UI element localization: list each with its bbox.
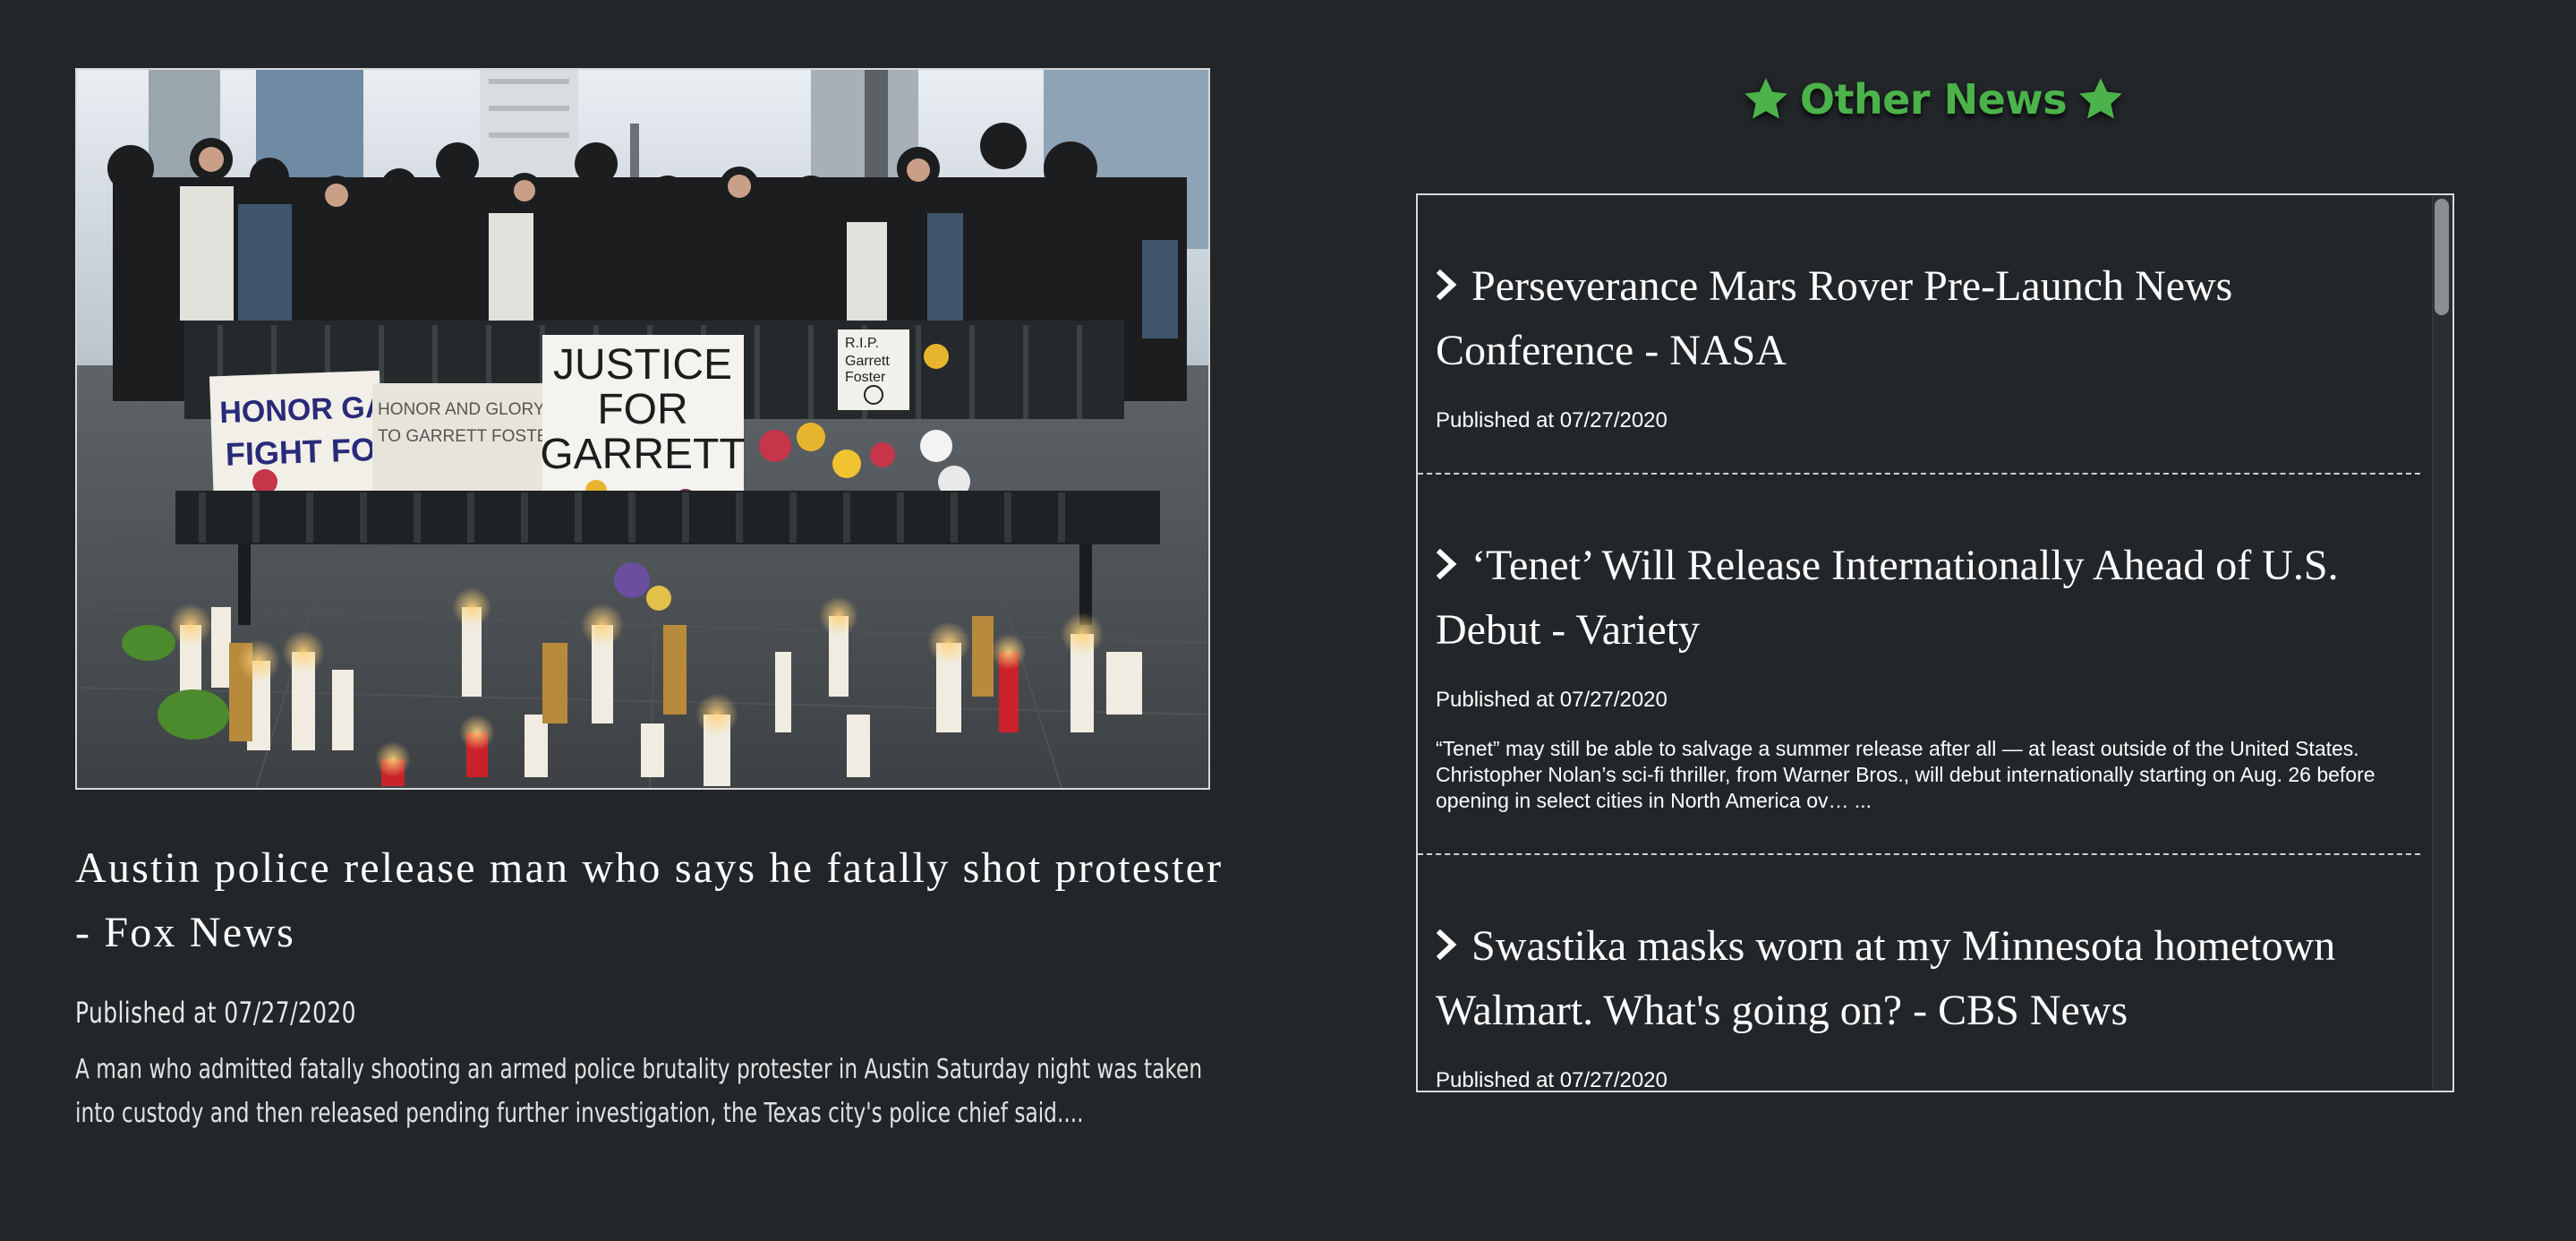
news-item-published-date: Published at 07/27/2020 <box>1436 1068 1668 1092</box>
star-icon <box>2079 78 2122 119</box>
news-item-title[interactable]: Swastika masks worn at my Minnesota home… <box>1436 914 2402 1043</box>
memorial-photo: HONOR GARRETT FIGHT FOR HONOR AND GLORY … <box>77 70 1208 788</box>
svg-text:JUSTICE: JUSTICE <box>553 341 732 389</box>
svg-text:HONOR AND GLORY: HONOR AND GLORY <box>378 400 545 419</box>
featured-image[interactable]: HONOR GARRETT FIGHT FOR HONOR AND GLORY … <box>75 68 1210 790</box>
news-item-published-date: Published at 07/27/2020 <box>1436 688 1668 712</box>
chevron-right-icon <box>1436 270 1457 300</box>
chevron-right-icon <box>1436 549 1457 579</box>
star-icon <box>1744 78 1787 119</box>
news-item-title[interactable]: Perseverance Mars Rover Pre-Launch News … <box>1436 254 2402 383</box>
featured-published-date: Published at 07/27/2020 <box>75 996 356 1030</box>
news-item-description: “Tenet” may still be able to salvage a s… <box>1436 737 2376 812</box>
svg-text:TO GARRETT FOSTER: TO GARRETT FOSTER <box>378 427 560 446</box>
chevron-right-icon <box>1436 929 1457 960</box>
scrollbar-thumb[interactable] <box>2435 199 2449 315</box>
svg-text:Foster: Foster <box>845 370 886 385</box>
featured-title[interactable]: Austin police release man who says he fa… <box>75 836 1230 965</box>
news-item-title-text: ‘Tenet’ Will Release Internationally Ahe… <box>1436 542 2339 654</box>
svg-text:GARRETT: GARRETT <box>540 431 745 478</box>
news-item-published-date: Published at 07/27/2020 <box>1436 408 1668 432</box>
svg-text:FOR: FOR <box>597 386 687 433</box>
news-item-title-text: Swastika masks worn at my Minnesota home… <box>1436 922 2336 1034</box>
svg-text:R.I.P.: R.I.P. <box>845 336 879 351</box>
news-item[interactable]: Swastika masks worn at my Minnesota home… <box>1418 855 2420 1092</box>
news-item-title[interactable]: ‘Tenet’ Will Release Internationally Ahe… <box>1436 534 2402 663</box>
news-item[interactable]: Perseverance Mars Rover Pre-Launch News … <box>1418 195 2420 475</box>
other-news-heading-text: Other News <box>1799 75 2068 124</box>
featured-description: A man who admitted fatally shooting an a… <box>75 1054 1203 1129</box>
featured-article: HONOR GARRETT FIGHT FOR HONOR AND GLORY … <box>75 68 1221 1135</box>
other-news-heading: Other News <box>1414 68 2452 131</box>
svg-text:Garrett: Garrett <box>845 354 890 369</box>
scrollbar[interactable] <box>2432 195 2452 1091</box>
news-item[interactable]: ‘Tenet’ Will Release Internationally Ahe… <box>1418 475 2420 855</box>
other-news-list[interactable]: Perseverance Mars Rover Pre-Launch News … <box>1416 193 2454 1092</box>
news-item-title-text: Perseverance Mars Rover Pre-Launch News … <box>1436 262 2233 374</box>
